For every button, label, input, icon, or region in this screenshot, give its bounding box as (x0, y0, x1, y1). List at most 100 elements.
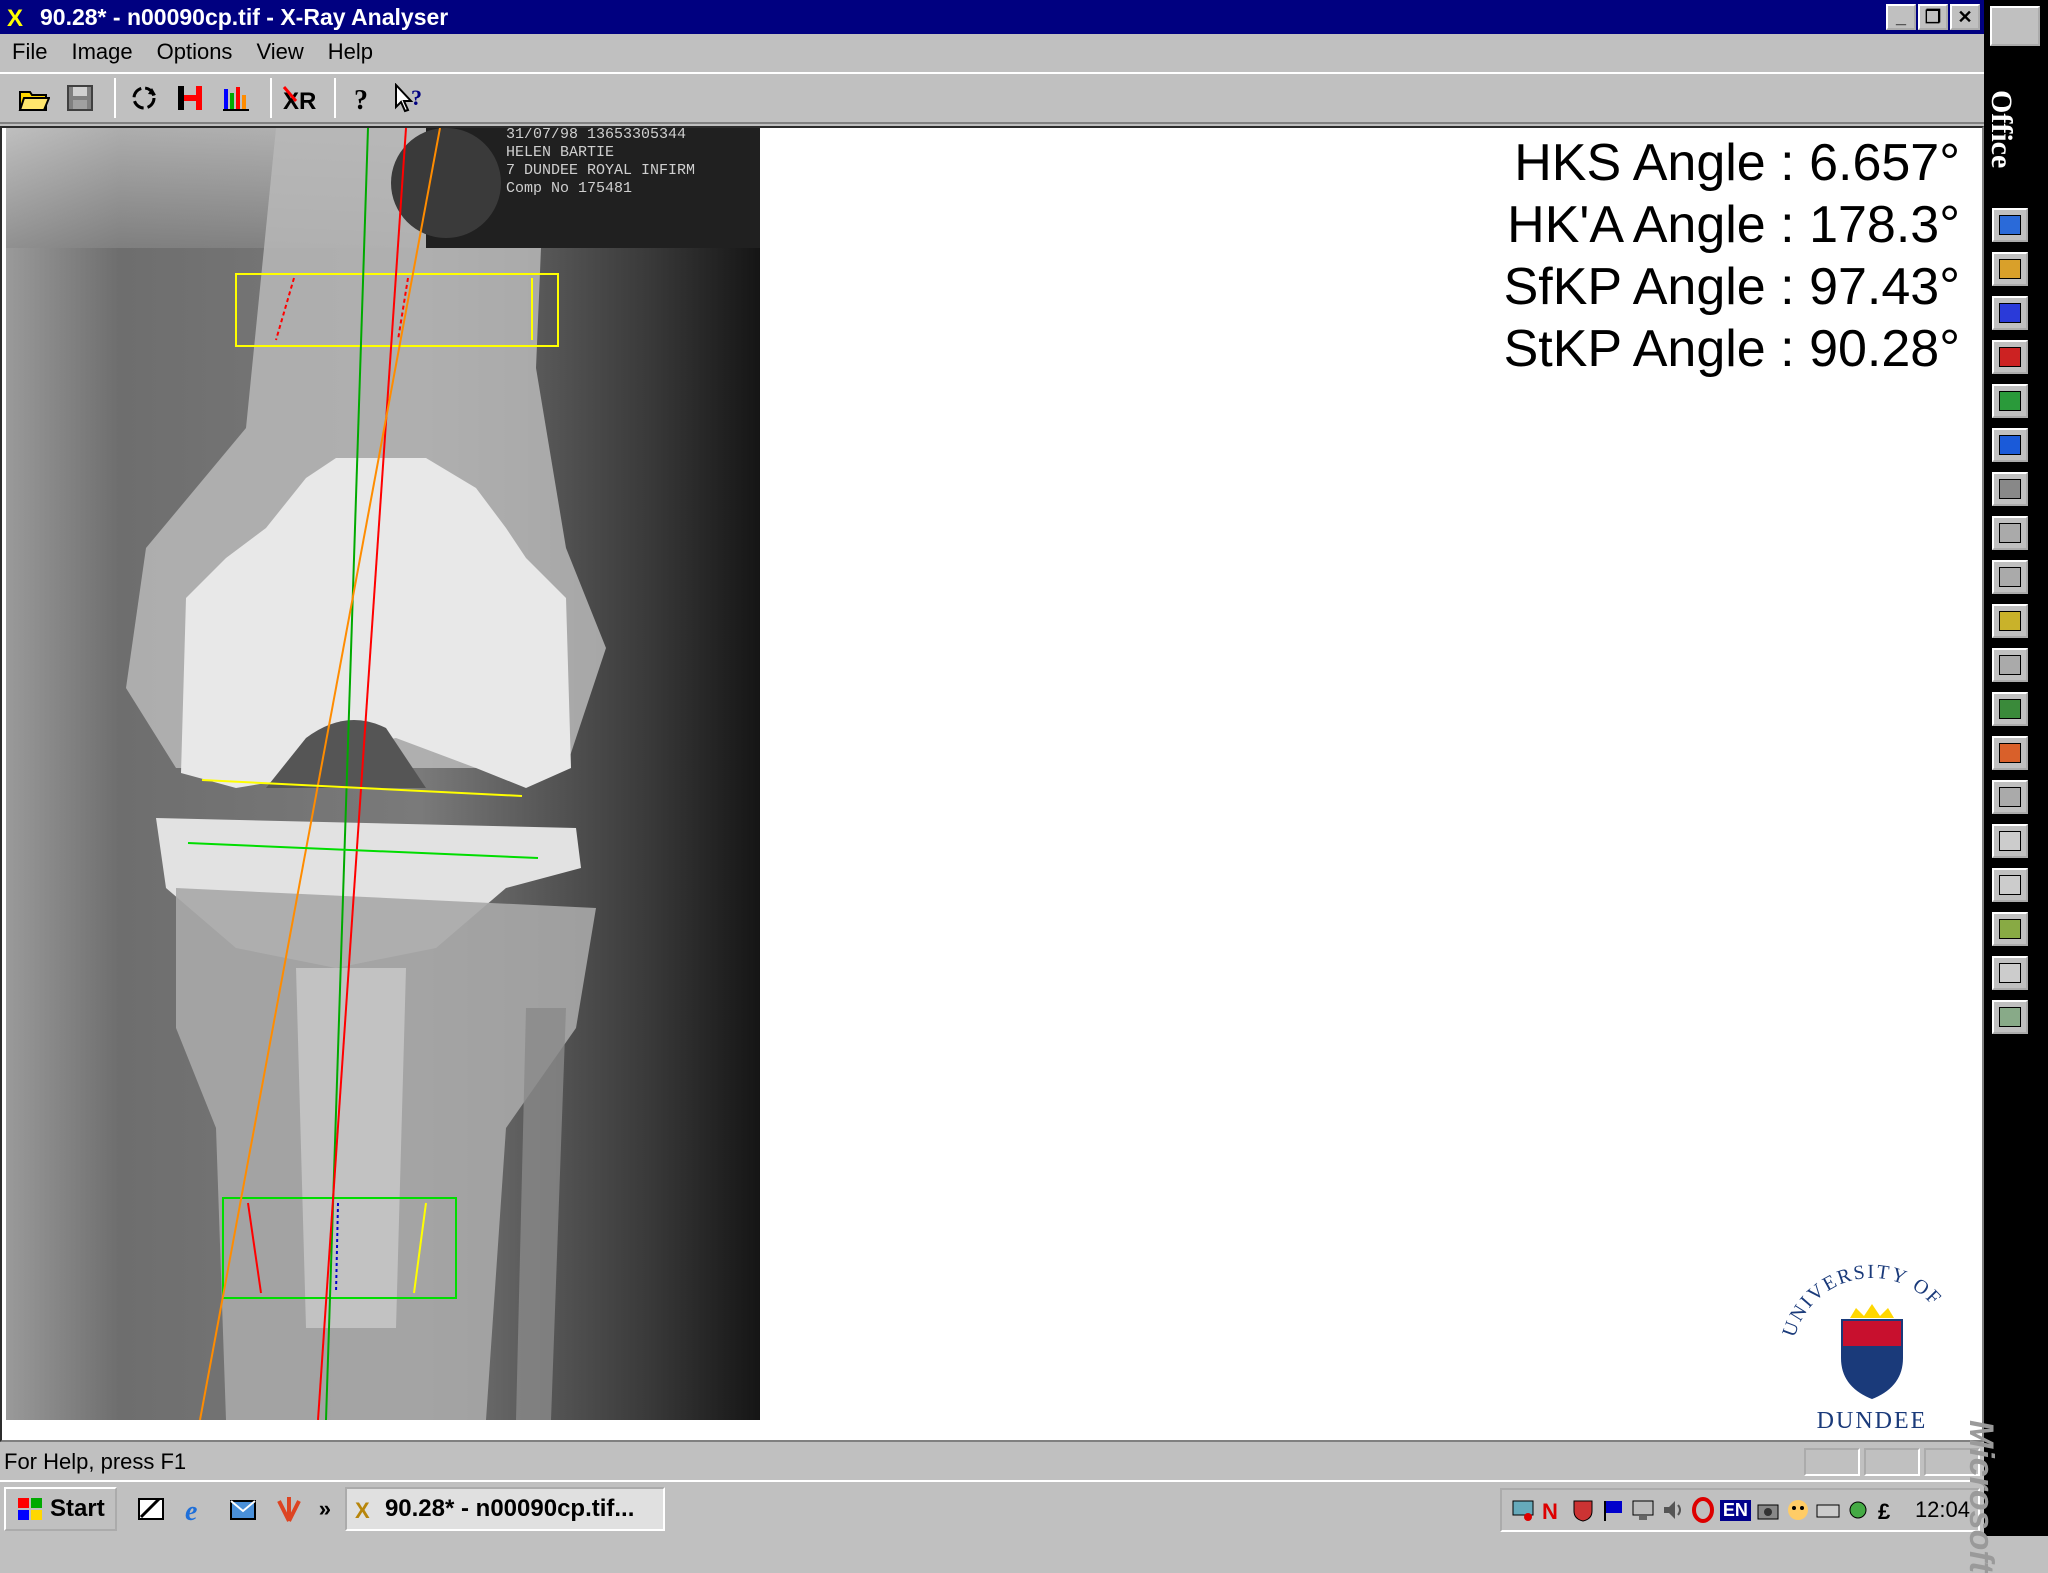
menu-options[interactable]: Options (157, 39, 233, 65)
office-shortcut-icon[interactable] (1992, 736, 2028, 770)
office-app-icon (1999, 303, 2021, 323)
office-shortcut-icon[interactable] (1992, 956, 2028, 990)
office-shortcut-icon[interactable] (1992, 516, 2028, 550)
office-shortcut-icon[interactable] (1992, 296, 2028, 330)
office-app-icon (1999, 611, 2021, 631)
office-shortcut-icon[interactable] (1992, 472, 2028, 506)
close-button[interactable]: ✕ (1950, 4, 1980, 30)
outlook-express-icon[interactable] (135, 1493, 167, 1525)
office-shortcut-icon[interactable] (1992, 560, 2028, 594)
rotate-icon (132, 86, 156, 110)
angle-value: 6.657° (1809, 134, 1960, 192)
office-shortcut-icon[interactable] (1992, 1000, 2028, 1034)
office-shortcut-icon[interactable] (1992, 604, 2028, 638)
office-shortcut-icon[interactable] (1992, 868, 2028, 902)
internet-explorer-icon[interactable]: e (181, 1493, 213, 1525)
xr-button[interactable]: XR (280, 78, 320, 118)
office-shortcut-icon[interactable] (1992, 912, 2028, 946)
menu-image[interactable]: Image (71, 39, 132, 65)
menu-help[interactable]: Help (328, 39, 373, 65)
angle-label: SfKP Angle (1503, 258, 1766, 316)
office-shortcut-icon[interactable] (1992, 780, 2028, 814)
taskbar-app-label: 90.28* - n00090cp.tif... (384, 1495, 635, 1522)
menu-bar: File Image Options View Help (0, 34, 1984, 70)
office-shortcut-icon[interactable] (1992, 208, 2028, 242)
minimize-button[interactable]: _ (1886, 4, 1916, 30)
office-shortcut-icon[interactable] (1992, 384, 2028, 418)
office-app-icon (1999, 567, 2021, 587)
logo-bottom-text: DUNDEE (1817, 1408, 1928, 1434)
angle-label: HK'A Angle (1507, 196, 1766, 254)
office-shortcut-icon[interactable] (1992, 340, 2028, 374)
restore-button[interactable]: ❐ (1918, 4, 1948, 30)
start-button[interactable]: Start (4, 1487, 117, 1531)
film-label-line: 31/07/98 13653305344 (506, 128, 686, 143)
measure-button[interactable] (170, 78, 210, 118)
image-view[interactable]: 31/07/98 13653305344 HELEN BARTIE 7 DUND… (0, 126, 1984, 1442)
office-app-icon (1999, 831, 2021, 851)
menu-file[interactable]: File (12, 39, 47, 65)
office-shortcut-icon[interactable] (1992, 252, 2028, 286)
open-button[interactable] (14, 78, 54, 118)
histogram-icon (223, 87, 249, 111)
context-help-button[interactable]: ? (390, 78, 430, 118)
toolbar-separator (114, 78, 116, 118)
menu-view[interactable]: View (256, 39, 303, 65)
office-shortcut-bar: Office (1984, 0, 2048, 1536)
taskbar: Start e » X 90.28* - n00090cp.tif... N E… (0, 1480, 1984, 1536)
status-help-text: For Help, press F1 (4, 1449, 187, 1474)
office-shortcut-icon[interactable] (1992, 428, 2028, 462)
volume-icon[interactable] (1660, 1497, 1686, 1523)
xr-icon: XR (282, 86, 316, 113)
office-folder-button[interactable] (1990, 6, 2040, 46)
opera-icon[interactable] (1690, 1497, 1716, 1523)
office-app-icon (1999, 523, 2021, 543)
tools-icon[interactable] (1845, 1497, 1871, 1523)
taskbar-app-button[interactable]: X 90.28* - n00090cp.tif... (344, 1487, 665, 1531)
office-shortcut-icon[interactable] (1992, 648, 2028, 682)
office-app-icon (1999, 963, 2021, 983)
angle-value: 90.28° (1809, 320, 1960, 378)
office-app-icon (1999, 1007, 2021, 1027)
norton-icon[interactable]: N (1540, 1497, 1566, 1523)
angle-label: StKP Angle (1503, 320, 1766, 378)
svg-text:N: N (1542, 1499, 1558, 1523)
more-launch-icon[interactable]: » (319, 1496, 331, 1522)
help-button[interactable]: ? (344, 78, 384, 118)
toolbar-separator (334, 78, 336, 118)
camera-icon[interactable] (1755, 1497, 1781, 1523)
channels-icon[interactable] (273, 1493, 305, 1525)
office-app-icon (1999, 655, 2021, 675)
histogram-button[interactable] (216, 78, 256, 118)
quick-launch: e » (135, 1493, 331, 1525)
office-shortcut-icon[interactable] (1992, 824, 2028, 858)
office-app-icon (1999, 347, 2021, 367)
rotate-button[interactable] (124, 78, 164, 118)
office-bar-title: Office (1985, 90, 2018, 169)
start-label: Start (50, 1495, 105, 1522)
face-icon[interactable] (1785, 1497, 1811, 1523)
keyboard-icon[interactable] (1815, 1497, 1841, 1523)
office-bar-items (1992, 208, 2028, 1034)
monitor-icon[interactable] (1630, 1497, 1656, 1523)
office-app-icon (1999, 699, 2021, 719)
language-indicator[interactable]: EN (1719, 1499, 1751, 1521)
flag-icon[interactable] (1600, 1497, 1626, 1523)
office-app-icon (1999, 875, 2021, 895)
currency-icon[interactable]: £ (1875, 1497, 1901, 1523)
office-app-icon (1999, 743, 2021, 763)
angle-readout: HKS Angle : 6.657° HK'A Angle : 178.3° S… (1504, 132, 1960, 380)
office-shortcut-icon[interactable] (1992, 692, 2028, 726)
shield-icon[interactable] (1570, 1497, 1596, 1523)
office-app-icon (1999, 259, 2021, 279)
save-button[interactable] (60, 78, 100, 118)
mail-icon[interactable] (227, 1493, 259, 1525)
svg-text:X: X (7, 5, 23, 32)
measure-icon (178, 86, 202, 110)
network-icon[interactable] (1510, 1497, 1536, 1523)
office-app-icon (1999, 391, 2021, 411)
angle-hka: HK'A Angle : 178.3° (1507, 196, 1960, 254)
office-app-icon (1999, 479, 2021, 499)
svg-text:?: ? (411, 85, 422, 110)
xray-image[interactable]: 31/07/98 13653305344 HELEN BARTIE 7 DUND… (6, 128, 760, 1420)
